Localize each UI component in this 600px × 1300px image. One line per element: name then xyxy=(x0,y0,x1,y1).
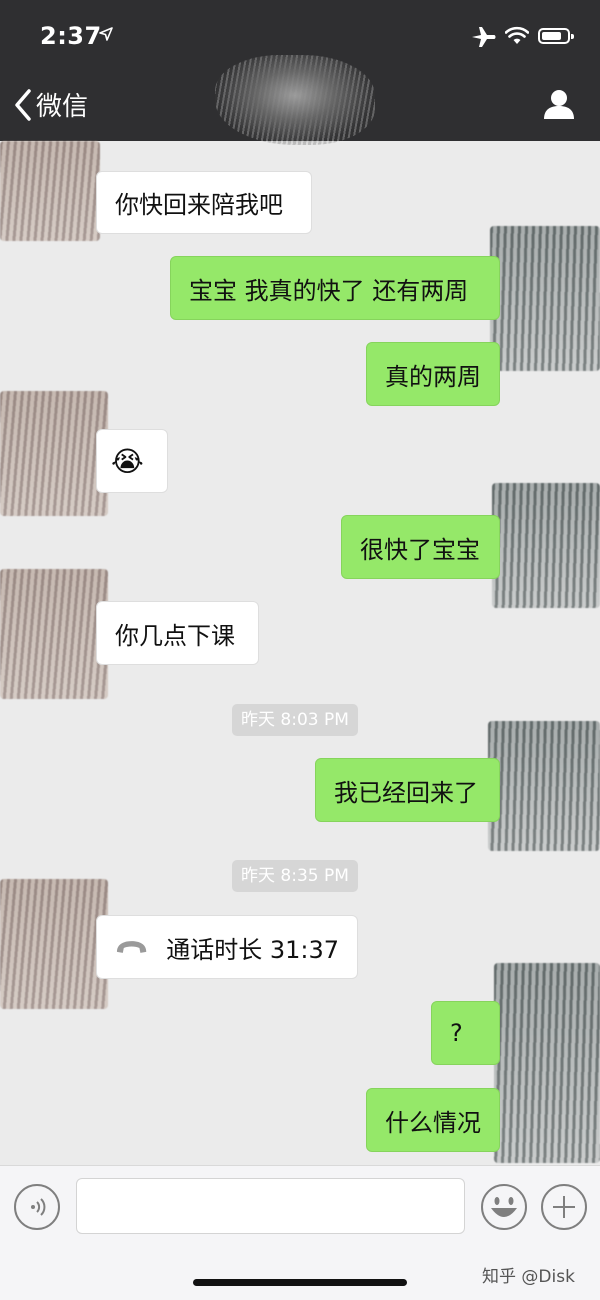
chevron-left-icon xyxy=(15,88,31,121)
nav-header: 2:37 微信 xyxy=(0,0,600,145)
message-bubble-outgoing[interactable]: 真的两周 xyxy=(366,342,500,406)
battery-icon xyxy=(538,28,574,44)
message-bubble-outgoing[interactable]: 宝宝 我真的快了 还有两周 xyxy=(170,256,500,320)
my-avatar[interactable] xyxy=(490,226,600,371)
message-text: 什么情况 xyxy=(385,1108,481,1137)
contact-name-redacted xyxy=(215,55,375,145)
crying-emoji-icon: 😭 xyxy=(111,444,144,478)
timestamp: 昨天 8:35 PM xyxy=(232,860,358,892)
message-text: 宝宝 我真的快了 还有两周 xyxy=(189,276,469,305)
timestamp: 昨天 8:03 PM xyxy=(232,704,358,736)
back-button[interactable]: 微信 xyxy=(14,86,88,123)
message-text: 真的两周 xyxy=(385,362,481,391)
message-bubble-incoming[interactable]: 你几点下课 xyxy=(96,601,259,665)
message-bubble-outgoing[interactable]: ? xyxy=(431,1001,500,1065)
message-input[interactable] xyxy=(76,1178,465,1234)
phone-handset-icon xyxy=(116,941,147,953)
contact-avatar[interactable] xyxy=(0,879,108,1009)
message-bubble-incoming[interactable]: 😭 xyxy=(96,429,168,493)
my-avatar[interactable] xyxy=(488,721,600,851)
call-record-bubble[interactable]: 通话时长 31:37 xyxy=(96,915,358,979)
my-avatar[interactable] xyxy=(492,483,600,608)
call-duration-text: 通话时长 31:37 xyxy=(166,935,339,964)
back-label: 微信 xyxy=(36,92,89,122)
person-icon[interactable] xyxy=(543,88,575,120)
message-bubble-outgoing[interactable]: 什么情况 xyxy=(366,1088,500,1152)
wifi-icon xyxy=(505,26,529,44)
message-text: 我已经回来了 xyxy=(334,778,478,807)
chat-area[interactable]: 你快回来陪我吧 宝宝 我真的快了 还有两周 真的两周 😭 很快了宝宝 你几点下课… xyxy=(0,141,600,1165)
voice-button[interactable] xyxy=(14,1184,60,1230)
location-arrow-icon xyxy=(99,27,113,41)
contact-avatar[interactable] xyxy=(0,569,108,699)
message-bubble-outgoing[interactable]: 我已经回来了 xyxy=(315,758,500,822)
home-indicator[interactable] xyxy=(193,1279,407,1286)
voice-icon xyxy=(31,1198,46,1216)
message-bubble-outgoing[interactable]: 很快了宝宝 xyxy=(341,515,500,579)
emoji-icon[interactable] xyxy=(479,1182,529,1232)
status-time: 2:37 xyxy=(40,22,102,50)
plus-icon[interactable] xyxy=(541,1184,587,1230)
message-text: 很快了宝宝 xyxy=(360,535,480,564)
contact-avatar[interactable] xyxy=(0,391,108,516)
message-text: 你几点下课 xyxy=(115,621,235,650)
contact-avatar[interactable] xyxy=(0,141,100,241)
message-text: 你快回来陪我吧 xyxy=(115,191,283,219)
my-avatar[interactable] xyxy=(494,963,600,1163)
input-bar: 知乎 @Disk xyxy=(0,1165,600,1300)
message-text: ? xyxy=(450,1019,463,1047)
message-bubble-incoming[interactable]: 你快回来陪我吧 xyxy=(96,171,312,234)
watermark: 知乎 @Disk xyxy=(482,1267,575,1287)
airplane-icon xyxy=(472,27,496,47)
